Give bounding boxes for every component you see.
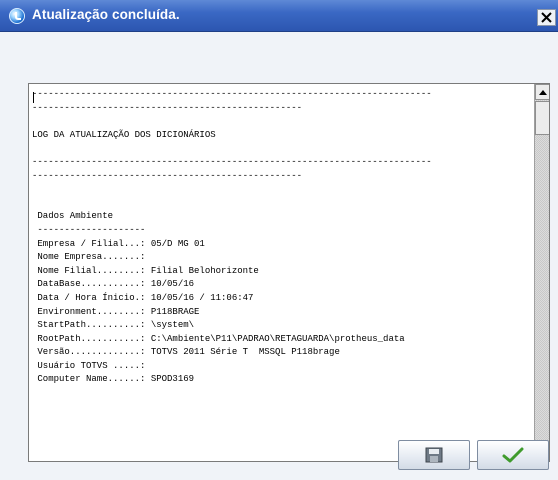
window-title: Atualização concluída.: [32, 7, 180, 22]
close-button[interactable]: [537, 9, 556, 26]
scroll-thumb[interactable]: [535, 101, 549, 135]
save-button[interactable]: [398, 440, 470, 470]
log-line: ----------------------------------------…: [32, 89, 432, 99]
log-textarea[interactable]: ----------------------------------------…: [28, 83, 550, 462]
log-line: ----------------------------------------…: [32, 156, 432, 167]
log-line: RootPath...........: C:\Ambiente\P11\PAD…: [32, 333, 405, 344]
log-line: --------------------: [32, 224, 146, 235]
ok-button[interactable]: [477, 440, 549, 470]
vertical-scrollbar[interactable]: [534, 84, 549, 461]
text-cursor: [33, 92, 34, 103]
log-line: Nome Filial........: Filial Belohorizont…: [32, 265, 259, 276]
log-line: Empresa / Filial...: 05/D MG 01: [32, 238, 205, 249]
log-line: Versão.............: TOTVS 2011 Série T …: [32, 347, 340, 358]
arrow-up-icon: [539, 90, 547, 95]
log-line: Environment........: P118BRAGE: [32, 306, 200, 317]
log-line: StartPath..........: \system\: [32, 320, 195, 331]
log-line: DataBase...........: 10/05/16: [32, 279, 195, 290]
checkmark-icon: [502, 447, 524, 463]
title-bar[interactable]: Atualização concluída.: [0, 0, 558, 32]
app-icon: [9, 8, 25, 24]
log-line: LOG DA ATUALIZAÇÃO DOS DICIONÁRIOS: [32, 129, 216, 140]
scroll-up-button[interactable]: [535, 84, 549, 100]
log-line: Nome Empresa.......:: [32, 252, 146, 263]
log-line: Computer Name......: SPOD3169: [32, 374, 195, 385]
log-line: ----------------------------------------…: [32, 170, 303, 181]
log-line: Dados Ambiente: [32, 211, 114, 222]
log-line: Data / Hora Ínicio.: 10/05/16 / 11:06:47: [32, 292, 254, 303]
close-icon: [541, 12, 552, 23]
log-text: ----------------------------------------…: [32, 88, 527, 458]
log-line: Usuário TOTVS .....:: [32, 360, 146, 371]
floppy-disk-icon: [425, 447, 443, 463]
log-line: ----------------------------------------…: [32, 102, 303, 113]
dialog-body: ----------------------------------------…: [0, 32, 558, 480]
